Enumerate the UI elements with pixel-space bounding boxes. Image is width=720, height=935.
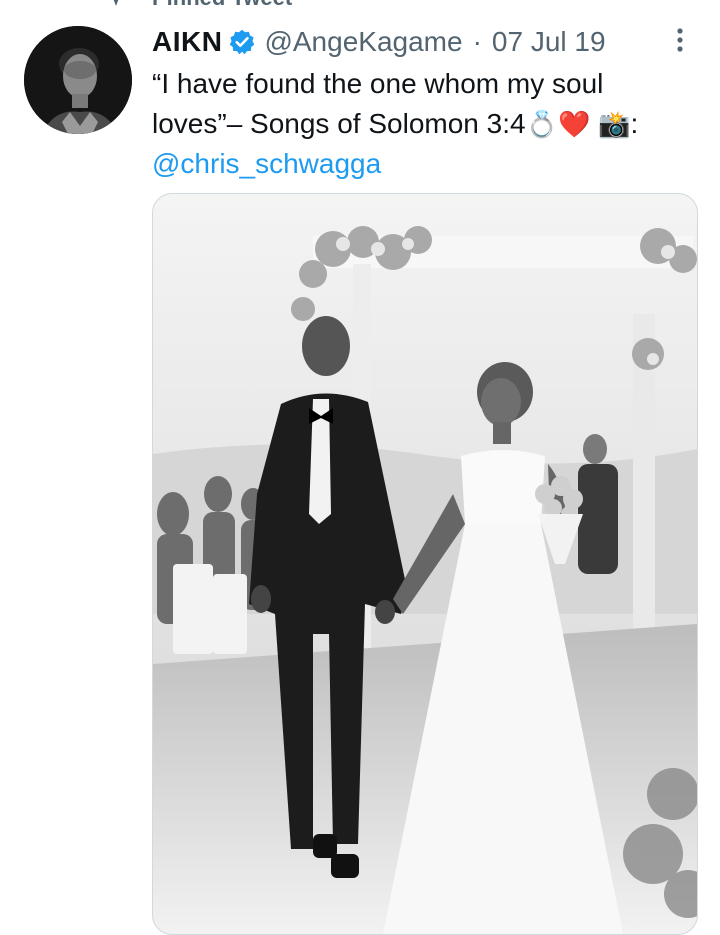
separator-dot: ·	[472, 26, 482, 57]
tweet-header: AIKN @AngeKagame · 07 Jul 19	[152, 24, 606, 60]
display-name[interactable]: AIKN	[152, 24, 222, 60]
heart-emoji: ❤️	[557, 110, 591, 140]
ring-emoji: 💍	[525, 110, 558, 140]
verified-badge-icon[interactable]	[228, 28, 256, 56]
wedding-photo-image	[153, 194, 697, 934]
tweet-photo[interactable]	[152, 193, 698, 935]
user-handle[interactable]: @AngeKagame	[264, 24, 462, 60]
camera-emoji: 📸	[598, 110, 631, 140]
tweet-text-line-2-suffix: :	[630, 108, 639, 139]
avatar[interactable]	[24, 26, 132, 134]
tweet-text-line-2: loves”– Songs of Solomon 3:4💍❤️ 📸:	[152, 104, 702, 145]
tweet-text: “I have found the one whom my soul loves…	[152, 64, 702, 145]
more-options-icon[interactable]	[666, 26, 694, 54]
tweet-date[interactable]: 07 Jul 19	[492, 24, 606, 60]
tweet-text-line-2-prefix: loves”– Songs of Solomon 3:4	[152, 108, 526, 139]
tweet-text-line-1: “I have found the one whom my soul	[152, 68, 604, 99]
pinned-label: Pinned Tweet	[152, 0, 292, 10]
pin-icon	[113, 0, 119, 6]
pinned-tweet-indicator: Pinned Tweet	[0, 0, 720, 10]
mention-link[interactable]: @chris_schwagga	[152, 144, 381, 184]
